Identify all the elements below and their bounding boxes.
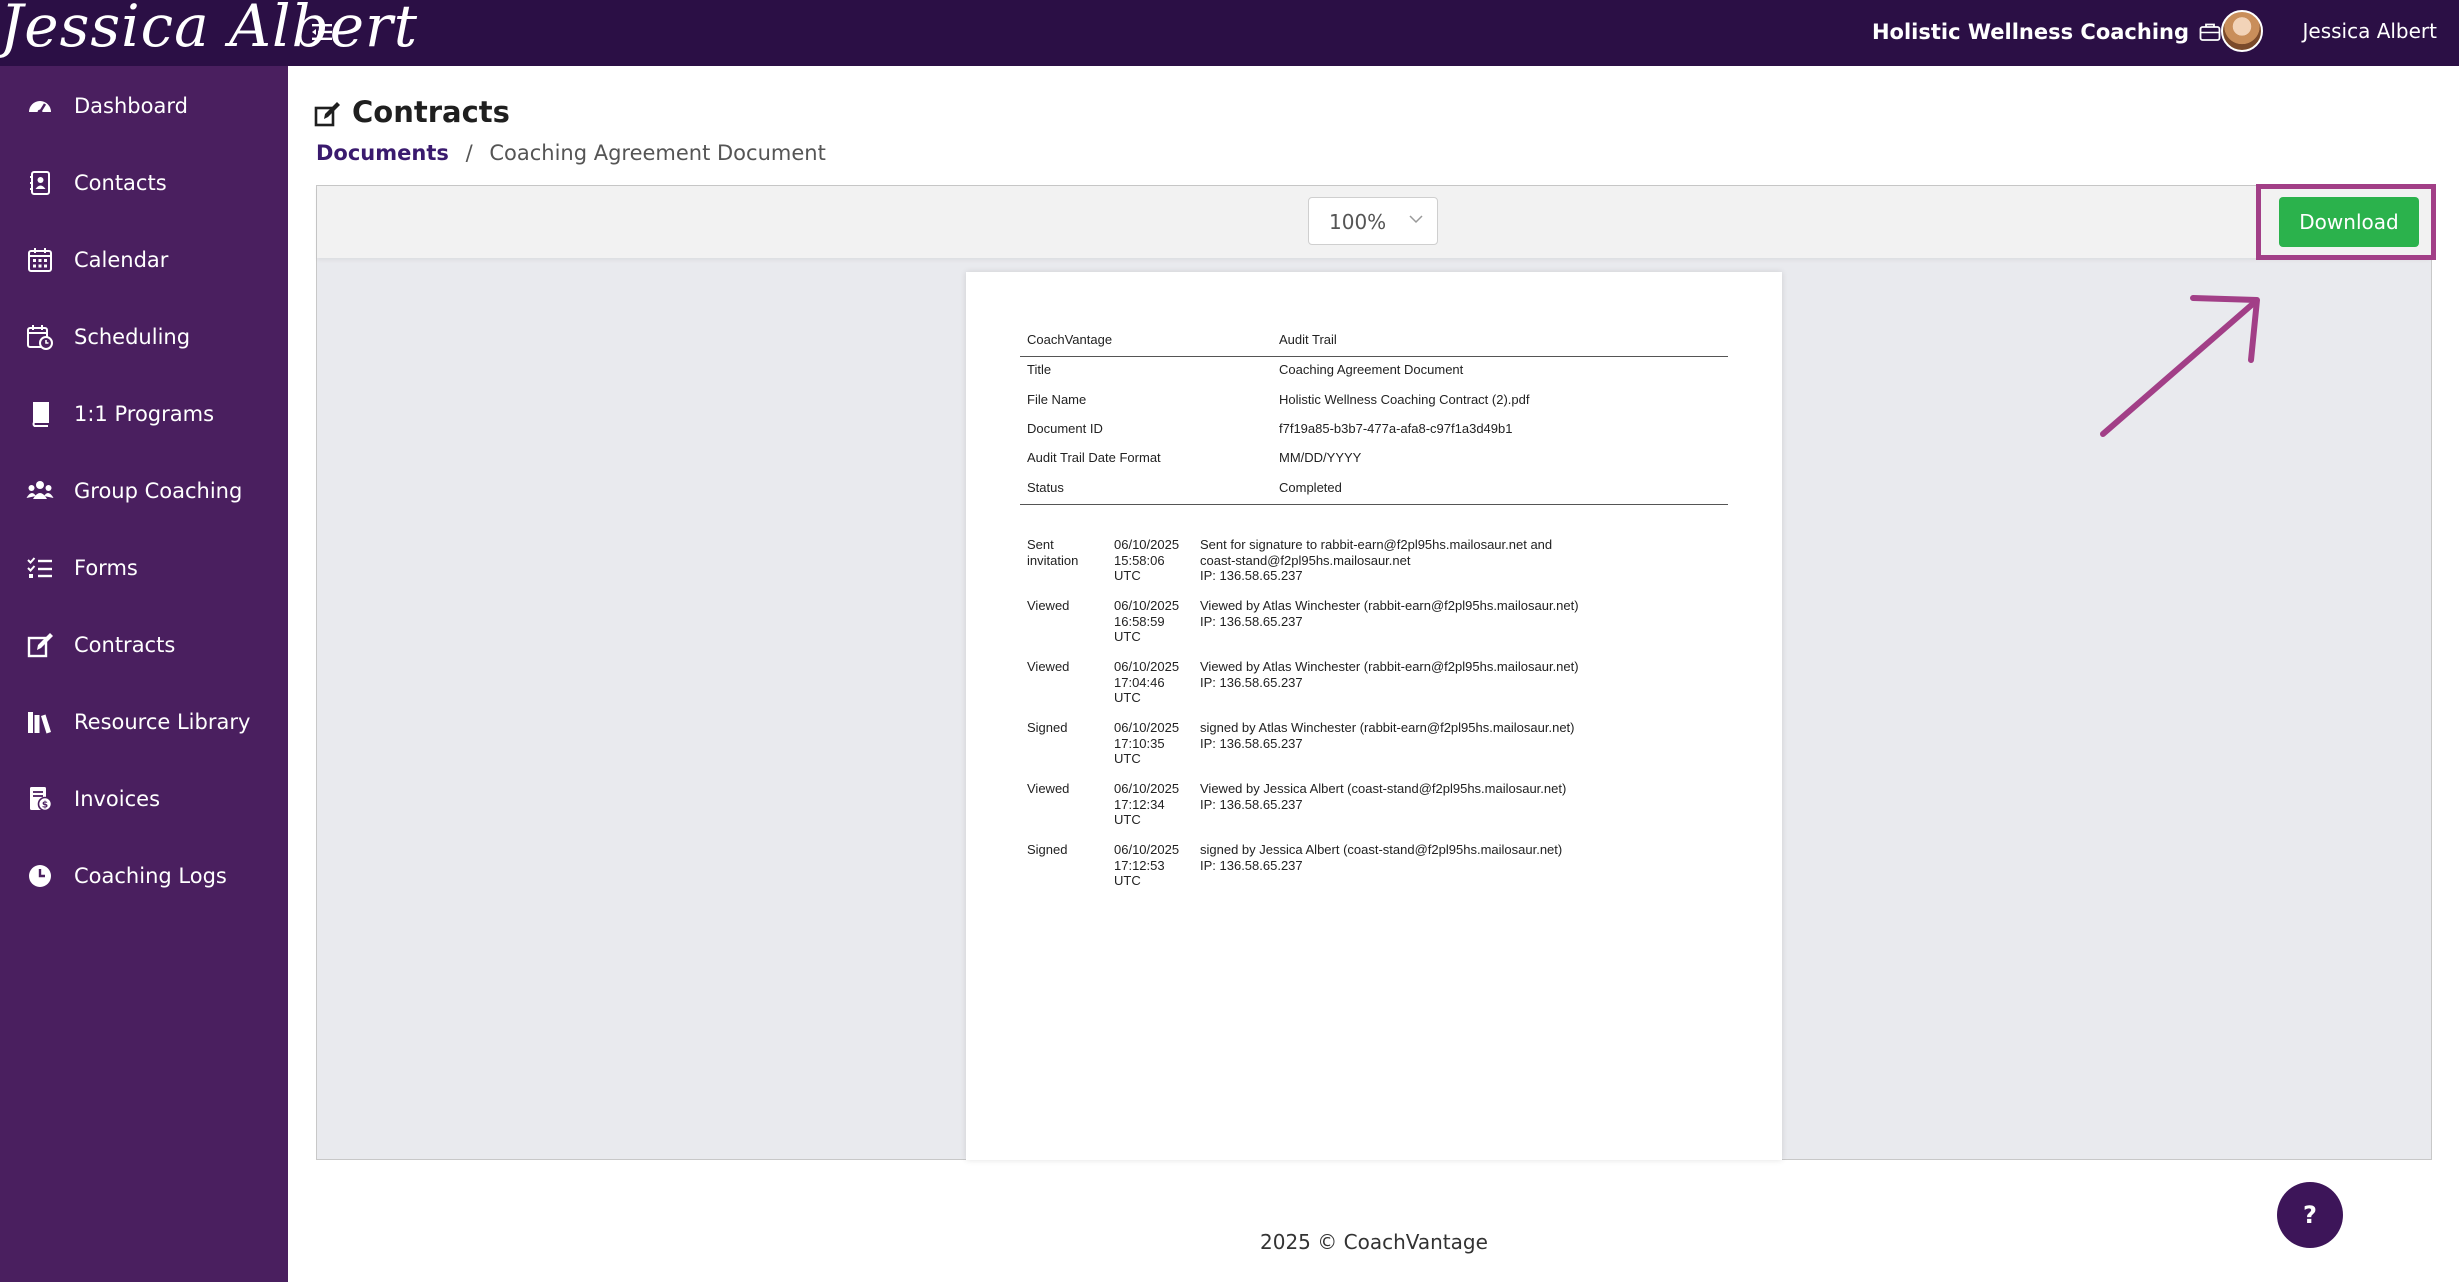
doc-field-value: Coaching Agreement Document [1279,362,1464,377]
sidebar-item-label: Coaching Logs [74,864,227,888]
audit-event-type: Viewed [1027,598,1070,613]
sidebar-item-scheduling[interactable]: Scheduling [0,307,288,367]
audit-event-detail: signed by Atlas Winchester (rabbit-earn@… [1200,720,1575,751]
company-name[interactable]: Holistic Wellness Coaching [1872,20,2189,44]
audit-event-detail: Viewed by Jessica Albert (coast-stand@f2… [1200,781,1567,812]
contracts-icon [27,633,53,658]
sidebar-item-coaching-logs[interactable]: Coaching Logs [0,846,288,906]
sidebar-item-programs[interactable]: 1:1 Programs [0,384,288,444]
dashboard-icon [29,101,51,115]
doc-field-value: MM/DD/YYYY [1279,450,1362,465]
svg-text:$: $ [42,801,48,811]
book-icon [32,402,49,427]
doc-field-value: Holistic Wellness Coaching Contract (2).… [1279,392,1530,407]
contracts-title-icon [314,102,340,127]
doc-top-rule [1020,356,1728,357]
sidebar: Dashboard Contacts Calendar Scheduling 1… [0,66,288,1282]
sidebar-item-label: Calendar [74,248,169,272]
help-button[interactable]: ? [2277,1182,2343,1248]
doc-header-right: Audit Trail [1279,332,1337,347]
sidebar-item-group-coaching[interactable]: Group Coaching [0,461,288,521]
viewer-toolbar: 100% [317,186,2431,258]
download-button[interactable]: Download [2279,197,2419,247]
audit-event-type: Signed [1027,842,1068,857]
audit-event-time: 06/10/2025 16:58:59 UTC [1114,598,1180,644]
menu-toggle-icon[interactable] [310,20,334,44]
zoom-select[interactable]: 100% [1308,197,1438,245]
audit-event-time: 06/10/2025 15:58:06 UTC [1114,537,1180,583]
audit-event-time: 06/10/2025 17:12:34 UTC [1114,781,1180,827]
sidebar-item-label: Contacts [74,171,167,195]
library-icon [28,712,51,734]
audit-event-detail: signed by Jessica Albert (coast-stand@f2… [1200,842,1563,873]
scheduling-icon [27,325,53,350]
audit-event-type: Signed [1027,720,1068,735]
audit-event-detail: Sent for signature to rabbit-earn@f2pl95… [1200,537,1553,583]
briefcase-icon[interactable] [2199,22,2221,42]
doc-field-value: Completed [1279,480,1342,495]
sidebar-item-label: Resource Library [74,710,251,734]
contacts-icon [30,171,50,195]
forms-icon [27,557,52,578]
breadcrumb: Documents / Coaching Agreement Document [316,141,826,165]
sidebar-item-label: Group Coaching [74,479,243,503]
doc-field-label: Title [1027,362,1052,377]
sidebar-item-label: 1:1 Programs [74,402,215,426]
doc-field-label: Document ID [1027,421,1103,436]
calendar-icon [28,248,52,272]
audit-event-type: Sent invitation [1027,537,1079,568]
sidebar-item-contracts[interactable]: Contracts [0,615,288,675]
sidebar-item-label: Scheduling [74,325,191,349]
user-avatar[interactable] [2221,10,2263,52]
audit-event-detail: Viewed by Atlas Winchester (rabbit-earn@… [1200,598,1579,629]
sidebar-item-dashboard[interactable]: Dashboard [0,76,288,136]
sidebar-item-calendar[interactable]: Calendar [0,230,288,290]
doc-field-label: File Name [1027,392,1087,407]
audit-event-type: Viewed [1027,659,1070,674]
audit-event-detail: Viewed by Atlas Winchester (rabbit-earn@… [1200,659,1579,690]
sidebar-item-label: Dashboard [74,94,188,118]
brand-logo[interactable]: Jessica Albert [0,0,418,60]
chevron-down-icon [1409,215,1423,224]
group-icon [26,481,54,499]
sidebar-item-label: Forms [74,556,138,580]
document-page: CoachVantage Audit Trail Title Coaching … [966,272,1782,1160]
sidebar-item-resource-library[interactable]: Resource Library [0,692,288,752]
audit-event-time: 06/10/2025 17:12:53 UTC [1114,842,1180,888]
invoice-icon: $ [30,787,53,812]
sidebar-item-label: Invoices [74,787,161,811]
doc-bottom-rule [1020,504,1728,505]
doc-field-label: Audit Trail Date Format [1027,450,1161,465]
doc-field-value: f7f19a85-b3b7-477a-afa8-c97f1a3d49b1 [1279,421,1513,436]
doc-header-left: CoachVantage [1027,332,1113,347]
sidebar-item-forms[interactable]: Forms [0,538,288,598]
clock-icon [29,865,51,887]
footer-copyright: 2025 © CoachVantage [1260,1230,1488,1254]
audit-event-time: 06/10/2025 17:10:35 UTC [1114,720,1180,766]
sidebar-item-invoices[interactable]: $ Invoices [0,769,288,829]
breadcrumb-separator: / [465,141,473,165]
sidebar-item-label: Contracts [74,633,176,657]
sidebar-item-contacts[interactable]: Contacts [0,153,288,213]
user-name[interactable]: Jessica Albert [2302,19,2437,43]
breadcrumb-documents-link[interactable]: Documents [316,141,449,165]
page-title: Contracts [352,95,510,129]
top-bar: Jessica Albert Holistic Wellness Coachin… [0,0,2459,66]
audit-event-type: Viewed [1027,781,1070,796]
doc-field-label: Status [1027,480,1064,495]
zoom-value: 100% [1329,210,1387,234]
pointer-arrow-annotation [2100,295,2260,437]
audit-event-time: 06/10/2025 17:04:46 UTC [1114,659,1180,705]
breadcrumb-current: Coaching Agreement Document [489,141,826,165]
